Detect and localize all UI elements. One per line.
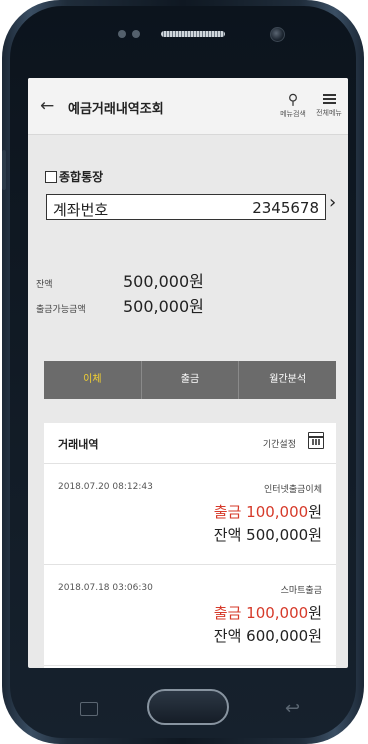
account-number-value: 2345678 [252,199,319,217]
front-camera [270,27,285,42]
back-arrow-icon[interactable]: ← [40,96,54,116]
tab-withdraw[interactable]: 출금 [142,361,240,399]
app-screen: ← 예금거래내역조회 ⚲ 메뉴검색 전체메뉴 종합통장 계좌번호 2345678… [28,78,348,668]
available-balance-value: 500,000원 [123,297,204,316]
page-title: 예금거래내역조회 [68,102,164,117]
full-menu-label: 전체메뉴 [316,109,342,117]
hamburger-icon [322,94,336,104]
transaction-balance: 잔액 500,000원 [213,526,322,544]
app-header: ← 예금거래내역조회 ⚲ 메뉴검색 전체메뉴 [28,78,348,135]
sensor-dot [132,30,140,38]
transaction-row[interactable]: 2018.07.20 08:12:43 인터넷출금이체 출금 100,000원 … [44,464,336,565]
chevron-right-icon[interactable]: › [329,192,336,213]
calendar-icon[interactable] [308,432,324,449]
action-tabs: 이체 출금 월간분석 [44,361,336,399]
transaction-type: 인터넷출금이체 [264,485,322,495]
available-balance-row: 출금가능금액 500,000원 [36,293,204,317]
transaction-amount-value: 출금 100,000 [213,604,309,622]
transaction-amount: 출금 100,000원 [214,602,322,623]
transaction-datetime: 2018.07.20 08:12:43 [58,482,153,492]
account-type-checkbox[interactable] [45,170,57,183]
sensor-dot [118,30,126,38]
full-menu-button[interactable]: 전체메뉴 [311,92,347,118]
transaction-amount-unit: 원 [308,604,322,622]
menu-search-button[interactable]: ⚲ 메뉴검색 [275,92,311,119]
history-title: 거래내역 [58,438,99,451]
transaction-amount-unit: 원 [308,503,322,521]
transaction-datetime: 2018.07.18 03:06:30 [58,583,153,593]
balance-label: 잔액 [36,280,53,290]
transaction-balance: 잔액 600,000원 [213,627,322,645]
search-icon: ⚲ [287,92,299,108]
account-type-label: 종합통장 [59,170,104,184]
balance-row: 잔액 500,000원 [36,268,204,292]
volume-button [2,150,6,190]
transaction-history-card: 거래내역 기간설정 2018.07.20 08:12:43 인터넷출금이체 출금… [44,423,336,668]
account-number-label: 계좌번호 [53,201,109,219]
available-balance-label: 출금가능금액 [36,305,86,315]
balance-value: 500,000원 [123,272,204,291]
tab-monthly-analysis[interactable]: 월간분석 [239,361,336,399]
history-header: 거래내역 기간설정 [44,423,336,464]
menu-search-label: 메뉴검색 [280,110,306,118]
recent-apps-icon[interactable] [80,702,98,716]
home-button[interactable] [147,689,229,725]
transaction-amount-value: 출금 100,000 [213,503,309,521]
transaction-row[interactable]: 2018.07.18 03:06:30 스마트출금 출금 100,000원 잔액… [44,565,336,666]
transaction-type: 스마트출금 [280,586,322,596]
account-number-selector[interactable]: 계좌번호 2345678 [46,194,326,220]
speaker-grille [161,31,225,37]
transaction-amount: 출금 100,000원 [214,501,322,522]
system-back-icon[interactable]: ↩ [285,698,300,719]
period-setting-label[interactable]: 기간설정 [263,437,296,450]
tab-transfer[interactable]: 이체 [44,361,142,399]
account-type-toggle[interactable]: 종합통장 [45,168,103,185]
